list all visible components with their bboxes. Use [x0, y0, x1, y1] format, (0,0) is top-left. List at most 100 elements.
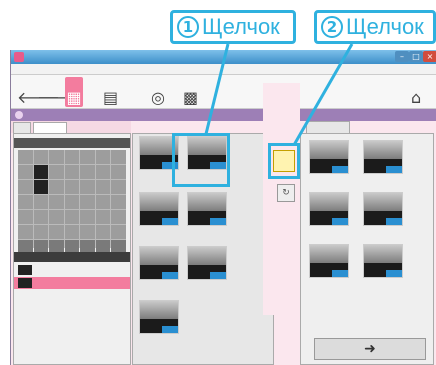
- media-button[interactable]: ▤: [103, 77, 118, 107]
- disc-icon: ◎: [151, 88, 165, 107]
- calendar-day-cell[interactable]: [80, 165, 95, 179]
- left-tab-strip: [11, 121, 131, 133]
- calendar-day-cell[interactable]: [49, 225, 64, 239]
- date-thumbnail: [18, 278, 32, 288]
- tab-calendar[interactable]: [13, 122, 31, 133]
- tab-selected-list[interactable]: [306, 121, 350, 133]
- maximize-button[interactable]: □: [409, 51, 423, 62]
- toolbar: 🡐 🡒 ▦ ▤ ◎ ▩ ⌂: [11, 75, 436, 109]
- video-thumbnail[interactable]: [139, 192, 179, 226]
- calendar-day-cell[interactable]: [64, 165, 80, 179]
- duration-badge: [162, 218, 178, 225]
- calendar-icon: ▦: [66, 88, 82, 107]
- thumbnail-image: [140, 301, 178, 319]
- year-header: [14, 252, 130, 262]
- thumbnail-image: [140, 193, 178, 211]
- calendar-day-cell[interactable]: [80, 180, 95, 194]
- calendar-day-cell[interactable]: [111, 225, 126, 239]
- calendar-day-cell[interactable]: [33, 225, 49, 239]
- calendar-day-cell[interactable]: [80, 195, 95, 209]
- calendar-day-cell[interactable]: [18, 195, 33, 209]
- calendar-day-cell[interactable]: [33, 180, 49, 194]
- next-button[interactable]: ➜: [314, 338, 426, 360]
- calendar-header[interactable]: [14, 138, 130, 148]
- calendar-day-cell[interactable]: [49, 150, 64, 164]
- camera-button[interactable]: ▩: [183, 77, 198, 107]
- calendar-day-cell[interactable]: [33, 165, 49, 179]
- minimize-button[interactable]: –: [395, 51, 409, 62]
- info-bar: [11, 109, 436, 121]
- video-thumbnail[interactable]: [309, 244, 349, 278]
- video-thumbnail[interactable]: [309, 140, 349, 174]
- duration-badge: [162, 326, 178, 333]
- calendar-day-cell[interactable]: [64, 150, 80, 164]
- video-thumbnail[interactable]: [139, 246, 179, 280]
- calendar-day-cell[interactable]: [111, 180, 126, 194]
- arrow-right-icon: ➜: [364, 341, 376, 357]
- screenshot-stage: – □ × 🡐 🡒 ▦ ▤ ◎ ▩ ⌂ ↻ ➜ 1 Щелчок 2 Щелчо…: [0, 0, 436, 365]
- date-item[interactable]: [14, 264, 130, 276]
- home-icon: ⌂: [411, 88, 422, 107]
- calendar-day-cell[interactable]: [49, 165, 64, 179]
- video-thumbnail[interactable]: [363, 192, 403, 226]
- thumbnail-image: [310, 245, 348, 263]
- calendar-day-cell[interactable]: [95, 150, 111, 164]
- thumbnail-image: [188, 247, 226, 265]
- calendar-day-cell[interactable]: [18, 180, 33, 194]
- home-button[interactable]: ⌂: [411, 77, 421, 107]
- calendar-day-cell[interactable]: [95, 165, 111, 179]
- calendar-day-cell[interactable]: [80, 210, 95, 224]
- calendar-day-cell[interactable]: [95, 210, 111, 224]
- video-thumbnail[interactable]: [309, 192, 349, 226]
- calendar-day-cell[interactable]: [95, 180, 111, 194]
- calendar-day-cell[interactable]: [18, 225, 33, 239]
- calendar-day-cell[interactable]: [64, 180, 80, 194]
- calendar-day-cell[interactable]: [95, 195, 111, 209]
- video-thumbnail[interactable]: [363, 140, 403, 174]
- calendar-day-cell[interactable]: [64, 195, 80, 209]
- callout-text: Щелчок: [202, 14, 280, 39]
- title-bar: – □ ×: [11, 50, 436, 64]
- app-icon: [14, 52, 24, 62]
- tab-media[interactable]: [33, 122, 67, 133]
- calendar-day-cell[interactable]: [18, 150, 33, 164]
- calendar-day-cell[interactable]: [49, 180, 64, 194]
- calendar-day-cell[interactable]: [111, 210, 126, 224]
- calendar-day-cell[interactable]: [33, 210, 49, 224]
- calendar-day-cell[interactable]: [18, 165, 33, 179]
- calendar-view-button[interactable]: ▦: [65, 77, 83, 107]
- thumbnail-image: [310, 193, 348, 211]
- date-item-selected[interactable]: [14, 277, 130, 289]
- calendar-day-cell[interactable]: [80, 225, 95, 239]
- calendar-day-cell[interactable]: [64, 225, 80, 239]
- duration-badge: [210, 218, 226, 225]
- calendar-day-cell[interactable]: [111, 195, 126, 209]
- info-icon: [15, 111, 23, 119]
- calendar-day-cell[interactable]: [33, 150, 49, 164]
- disc-button[interactable]: ◎: [151, 77, 165, 107]
- calendar-day-cell[interactable]: [111, 150, 126, 164]
- calendar-day-cell[interactable]: [64, 210, 80, 224]
- video-thumbnail[interactable]: [363, 244, 403, 278]
- menu-bar: [11, 64, 436, 75]
- calendar-day-cell[interactable]: [95, 225, 111, 239]
- calendar-day-cell[interactable]: [111, 165, 126, 179]
- calendar-day-cell[interactable]: [80, 150, 95, 164]
- highlight-add-button: [268, 143, 300, 179]
- duration-badge: [386, 218, 402, 225]
- calendar-day-cell[interactable]: [49, 195, 64, 209]
- thumbnail-image: [364, 193, 402, 211]
- video-thumbnail[interactable]: [187, 192, 227, 226]
- close-button[interactable]: ×: [423, 51, 436, 62]
- video-thumbnail[interactable]: [139, 300, 179, 334]
- duration-badge: [332, 270, 348, 277]
- calendar-day-cell[interactable]: [49, 210, 64, 224]
- callout-2: 2 Щелчок: [314, 10, 436, 44]
- calendar-day-cell[interactable]: [33, 195, 49, 209]
- remove-from-list-button[interactable]: ↻: [277, 184, 295, 202]
- calendar-grid: [18, 150, 126, 254]
- calendar-day-cell[interactable]: [18, 210, 33, 224]
- callout-1: 1 Щелчок: [170, 10, 296, 44]
- callout-text: Щелчок: [346, 14, 424, 39]
- video-thumbnail[interactable]: [187, 246, 227, 280]
